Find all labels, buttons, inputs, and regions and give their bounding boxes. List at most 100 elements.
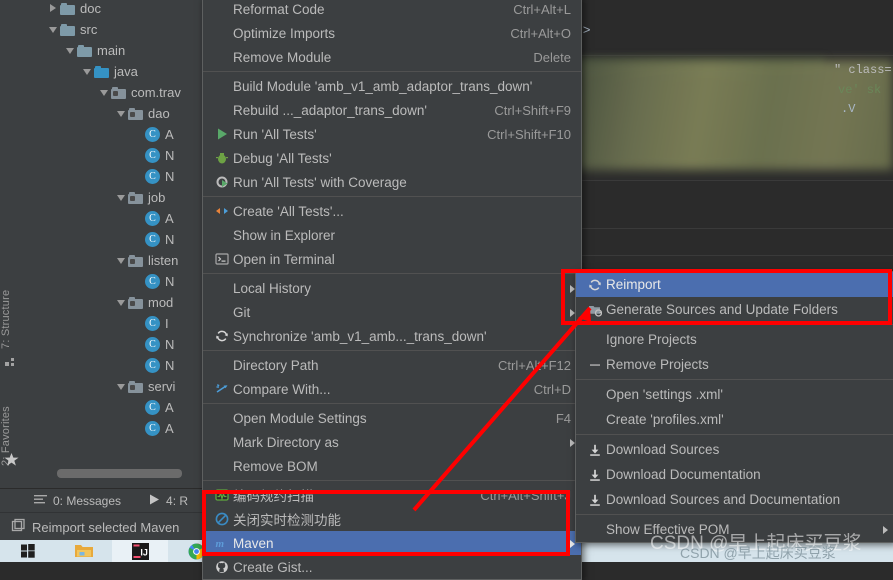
intellij-idea-button[interactable]: IJ	[112, 540, 168, 562]
menu-item-compare-with[interactable]: Compare With... Ctrl+D	[203, 377, 581, 401]
menu-item-show-in-explorer[interactable]: Show in Explorer	[203, 223, 581, 247]
menu-item-run-all-tests-with-coverage[interactable]: Run 'All Tests' with Coverage	[203, 170, 581, 194]
folder-package	[111, 86, 126, 99]
menu-item-maven[interactable]: m Maven	[203, 531, 581, 555]
chevron-down-icon[interactable]	[64, 44, 77, 57]
tree-item-n-13[interactable]: CN	[22, 271, 210, 292]
menu-item-reimport[interactable]: Reimport	[576, 272, 893, 297]
menu-item-编码规约扫描[interactable]: 编码规约扫描 Ctrl+Alt+Shift+J	[203, 483, 581, 507]
tree-item-listen-12[interactable]: listen	[22, 250, 210, 271]
chevron-down-icon[interactable]	[115, 380, 128, 393]
tree-item-n-16[interactable]: CN	[22, 334, 210, 355]
menu-item-directory-path[interactable]: Directory Path Ctrl+Alt+F12	[203, 353, 581, 377]
menu-item-reformat-code[interactable]: Reformat Code Ctrl+Alt+L	[203, 0, 581, 21]
maven-icon: m	[211, 536, 233, 550]
github-icon	[211, 560, 233, 574]
chevron-down-icon[interactable]	[81, 65, 94, 78]
svg-text:m: m	[216, 538, 225, 550]
tree-item-label: I	[165, 316, 169, 331]
tree-item-n-17[interactable]: CN	[22, 355, 210, 376]
sidebar-tab-structure[interactable]: 7: Structure	[0, 263, 22, 349]
chevron-down-icon[interactable]	[115, 191, 128, 204]
menu-item-label: Run 'All Tests'	[233, 126, 317, 142]
menu-item-create-gist[interactable]: Create Gist...	[203, 555, 581, 579]
maven-submenu[interactable]: Reimport Generate Sources and Update Fold…	[575, 271, 893, 543]
file-explorer-button[interactable]	[56, 540, 112, 562]
tree-item-a-20[interactable]: CA	[22, 418, 210, 439]
menu-item-mark-directory-as[interactable]: Mark Directory as	[203, 430, 581, 454]
menu-item-open-in-terminal[interactable]: Open in Terminal	[203, 247, 581, 271]
tree-item-job-9[interactable]: job	[22, 187, 210, 208]
folder-package	[128, 191, 143, 204]
menu-item-create-profiles-xml[interactable]: Create 'profiles.xml'	[576, 407, 893, 432]
toolwindow-item-run[interactable]: 4: R	[149, 494, 188, 508]
tree-item-a-6[interactable]: CA	[22, 124, 210, 145]
menu-item-create-all-tests[interactable]: Create 'All Tests'...	[203, 199, 581, 223]
tree-item-n-8[interactable]: CN	[22, 166, 210, 187]
menu-item-label: Open in Terminal	[233, 251, 335, 267]
menu-item-open-module-settings[interactable]: Open Module Settings F4	[203, 406, 581, 430]
debug-icon	[211, 151, 233, 165]
folder	[77, 44, 92, 57]
menu-item-synchronize-amb-v1-amb-trans-down[interactable]: Synchronize 'amb_v1_amb..._trans_down'	[203, 324, 581, 348]
menu-item-rebuild-adaptor-trans-down[interactable]: Rebuild ..._adaptor_trans_down' Ctrl+Shif…	[203, 98, 581, 122]
tree-horizontal-scrollbar[interactable]	[57, 469, 182, 478]
menu-item-label: Run 'All Tests' with Coverage	[233, 174, 407, 190]
chevron-down-icon[interactable]	[115, 296, 128, 309]
menu-item-label: 关闭实时检测功能	[233, 513, 341, 528]
menu-item-关闭实时检测功能[interactable]: 关闭实时检测功能	[203, 507, 581, 531]
class-icon: C	[145, 316, 160, 331]
menu-item-build-module-amb-v1-amb-adaptor-trans-do[interactable]: Build Module 'amb_v1_amb_adaptor_trans_d…	[203, 74, 581, 98]
menu-item-optimize-imports[interactable]: Optimize Imports Ctrl+Alt+O	[203, 21, 581, 45]
tree-item-a-10[interactable]: CA	[22, 208, 210, 229]
menu-item-local-history[interactable]: Local History	[203, 276, 581, 300]
download-icon	[584, 468, 606, 482]
menu-item-remove-projects[interactable]: Remove Projects	[576, 352, 893, 377]
menu-item-label: Synchronize 'amb_v1_amb..._trans_down'	[233, 328, 487, 344]
menu-item-remove-bom[interactable]: Remove BOM	[203, 454, 581, 478]
chevron-down-icon[interactable]	[47, 23, 60, 36]
menu-item-git[interactable]: Git	[203, 300, 581, 324]
tree-item-n-11[interactable]: CN	[22, 229, 210, 250]
tree-item-label: A	[165, 211, 174, 226]
package-marker	[130, 258, 135, 264]
menu-item-generate-sources-and-update-folders[interactable]: Generate Sources and Update Folders	[576, 297, 893, 322]
menu-item-show-effective-pom[interactable]: Show Effective POM	[576, 517, 893, 542]
tree-item-main-2[interactable]: main	[22, 40, 210, 61]
package-marker	[130, 300, 135, 306]
menu-item-ignore-projects[interactable]: Ignore Projects	[576, 327, 893, 352]
tree-item-n-7[interactable]: CN	[22, 145, 210, 166]
window-icon	[10, 518, 26, 537]
menu-item-remove-module[interactable]: Remove Module Delete	[203, 45, 581, 69]
menu-item-download-sources-and-documentation[interactable]: Download Sources and Documentation	[576, 487, 893, 512]
menu-item-download-sources[interactable]: Download Sources	[576, 437, 893, 462]
chevron-down-icon[interactable]	[115, 107, 128, 120]
chevron-right-icon	[883, 526, 888, 534]
menu-item-run-all-tests[interactable]: Run 'All Tests' Ctrl+Shift+F10	[203, 122, 581, 146]
project-tree-panel[interactable]: doc src main java com.trav dao C A C N C Njob C A C Nli…	[22, 0, 211, 488]
tree-item-dao-5[interactable]: dao	[22, 103, 210, 124]
menu-item-debug-all-tests[interactable]: Debug 'All Tests'	[203, 146, 581, 170]
start-button[interactable]	[0, 540, 56, 562]
tree-item-servi-18[interactable]: servi	[22, 376, 210, 397]
tree-item-i-15[interactable]: CI	[22, 313, 210, 334]
tree-item-a-19[interactable]: CA	[22, 397, 210, 418]
toolwindow-item-messages[interactable]: 0: Messages	[34, 494, 121, 508]
tree-item-com-trav-4[interactable]: com.trav	[22, 82, 210, 103]
tree-item-doc-0[interactable]: doc	[22, 0, 210, 19]
project-context-menu[interactable]: Reformat Code Ctrl+Alt+L Optimize Imports C…	[202, 0, 582, 580]
tree-item-label: N	[165, 232, 175, 247]
menu-item-shortcut: Delete	[533, 49, 571, 65]
tree-item-src-1[interactable]: src	[22, 19, 210, 40]
chevron-right-icon[interactable]	[47, 2, 60, 15]
menu-item-download-documentation[interactable]: Download Documentation	[576, 462, 893, 487]
chevron-down-icon[interactable]	[115, 254, 128, 267]
tree-item-mod-14[interactable]: mod	[22, 292, 210, 313]
tree-item-java-3[interactable]: java	[22, 61, 210, 82]
menu-item-open-settings-xml[interactable]: Open 'settings .xml'	[576, 382, 893, 407]
package-marker	[113, 90, 118, 96]
chevron-down-icon[interactable]	[98, 86, 111, 99]
